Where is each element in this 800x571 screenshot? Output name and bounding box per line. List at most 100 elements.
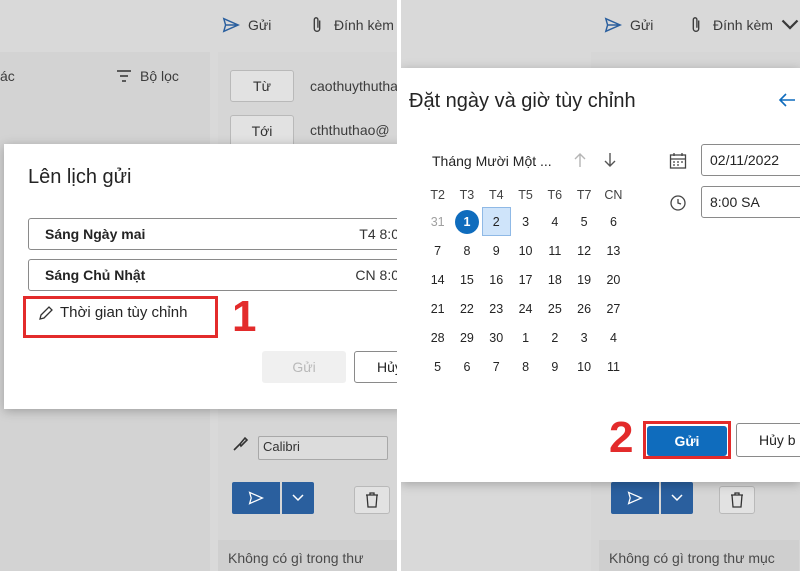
cancel-button[interactable]: Hủy b: [736, 423, 800, 457]
from-button[interactable]: Từ: [230, 70, 294, 102]
calendar-day[interactable]: 4: [599, 323, 628, 352]
send-button-disabled[interactable]: Gửi: [262, 351, 346, 383]
filter-icon: [117, 70, 131, 82]
calendar-day[interactable]: 13: [599, 236, 628, 265]
calendar-day[interactable]: 16: [482, 265, 511, 294]
discard-button[interactable]: [719, 486, 755, 514]
calendar-day[interactable]: 18: [540, 265, 569, 294]
calendar-day[interactable]: 8: [452, 236, 481, 265]
prev-month-icon[interactable]: [573, 152, 587, 173]
toolbar-attach-button[interactable]: Đính kèm: [308, 16, 394, 34]
send-options-button[interactable]: [661, 482, 693, 514]
calendar-day[interactable]: 29: [452, 323, 481, 352]
toolbar-send-button[interactable]: Gửi: [604, 16, 653, 34]
calendar-day[interactable]: 22: [452, 294, 481, 323]
calendar-week: 28 29 30 1 2 3 4: [423, 323, 629, 352]
calendar-day[interactable]: 4: [540, 207, 569, 236]
filter-button[interactable]: Bộ lọc: [116, 68, 179, 84]
to-button[interactable]: Tới: [230, 115, 294, 147]
format-painter-icon[interactable]: [230, 434, 250, 459]
to-value: cththuthao@: [310, 122, 390, 138]
highlight-box-step1: [23, 296, 218, 338]
weekday-label: T3: [459, 188, 475, 202]
calendar-day[interactable]: 28: [423, 323, 452, 352]
option-label: Sáng Chủ Nhật: [45, 267, 146, 283]
custom-datetime-dialog: Đặt ngày và giờ tùy chỉnh Tháng Mười Một…: [401, 68, 800, 482]
chevron-down-icon: [671, 494, 683, 502]
cancel-button[interactable]: Hủy: [354, 351, 397, 383]
calendar-day[interactable]: 1: [511, 323, 540, 352]
calendar-day[interactable]: 12: [569, 236, 598, 265]
calendar-day[interactable]: 17: [511, 265, 540, 294]
calendar-day[interactable]: 2: [540, 323, 569, 352]
calendar-day[interactable]: 30: [482, 323, 511, 352]
send-options-button[interactable]: [282, 482, 314, 514]
calendar-day[interactable]: 3: [511, 207, 540, 236]
calendar-day[interactable]: 5: [423, 352, 452, 381]
back-arrow-icon[interactable]: [777, 92, 797, 113]
calendar-day-selected[interactable]: 2: [481, 207, 511, 236]
paperclip-icon: [313, 17, 321, 32]
send-split-button[interactable]: [611, 482, 693, 514]
chevron-down-icon: [781, 19, 799, 30]
calendar-day[interactable]: 27: [599, 294, 628, 323]
send-icon: [627, 491, 643, 505]
calendar-day[interactable]: 26: [569, 294, 598, 323]
send-main-button[interactable]: [611, 482, 659, 514]
calendar-day[interactable]: 9: [482, 236, 511, 265]
calendar-day[interactable]: 8: [511, 352, 540, 381]
calendar-day[interactable]: 19: [569, 265, 598, 294]
dialog-title: Đặt ngày và giờ tùy chỉnh: [409, 90, 636, 112]
calendar-day[interactable]: 11: [540, 236, 569, 265]
date-input[interactable]: 02/11/2022: [701, 144, 800, 176]
option-sunday-morning[interactable]: Sáng Chủ Nhật CN 8:0: [28, 259, 397, 291]
calendar-day[interactable]: 23: [482, 294, 511, 323]
calendar-grid: T2 T3 T4 T5 T6 T7 CN 31 1 2 3 4 5 6 7 8 …: [423, 183, 629, 381]
calendar-day[interactable]: 10: [569, 352, 598, 381]
calendar-weekday-header: T2 T3 T4 T5 T6 T7 CN: [423, 183, 629, 207]
calendar-day[interactable]: 9: [540, 352, 569, 381]
calendar-day[interactable]: 21: [423, 294, 452, 323]
discard-button[interactable]: [354, 486, 390, 514]
send-main-button[interactable]: [232, 482, 280, 514]
toolbar-send-button[interactable]: Gửi: [222, 16, 271, 34]
time-input[interactable]: 8:00 SA: [701, 186, 800, 218]
calendar-day[interactable]: 20: [599, 265, 628, 294]
calendar-day[interactable]: 6: [452, 352, 481, 381]
toolbar-attach-label: Đính kèm: [334, 17, 394, 33]
calendar-day[interactable]: 7: [423, 236, 452, 265]
calendar-day-today[interactable]: 1: [452, 207, 481, 236]
calendar-day: 31: [430, 214, 445, 229]
next-month-icon[interactable]: [603, 152, 617, 173]
toolbar: Gửi Đính kèm: [401, 0, 800, 52]
trash-icon: [731, 492, 743, 508]
calendar-month-label[interactable]: Tháng Mười Một ...: [432, 153, 552, 169]
option-label: Sáng Ngày mai: [45, 226, 146, 242]
today-marker: 1: [454, 209, 479, 234]
toolbar-send-label: Gửi: [248, 17, 272, 33]
calendar-day[interactable]: 15: [452, 265, 481, 294]
weekday-label: CN: [604, 188, 623, 202]
option-time: T4 8:0: [359, 226, 397, 242]
right-screenshot-panel: Gửi Đính kèm Không có gì trong thư mục Đ…: [401, 0, 800, 571]
weekday-label: T4: [488, 188, 504, 202]
toolbar-attach-button[interactable]: Đính kèm: [687, 16, 799, 34]
calendar-day[interactable]: 24: [511, 294, 540, 323]
toolbar: Gửi Đính kèm: [0, 0, 397, 52]
send-icon: [248, 491, 264, 505]
calendar-day[interactable]: 10: [511, 236, 540, 265]
toolbar-attach-label: Đính kèm: [713, 17, 773, 33]
calendar-week: 14 15 16 17 18 19 20: [423, 265, 629, 294]
calendar-day[interactable]: 6: [599, 207, 628, 236]
step-number-1: 1: [232, 292, 257, 341]
calendar-day[interactable]: 5: [569, 207, 598, 236]
calendar-day[interactable]: 25: [540, 294, 569, 323]
font-select[interactable]: Calibri: [258, 436, 388, 460]
calendar-day[interactable]: 14: [423, 265, 452, 294]
option-tomorrow-morning[interactable]: Sáng Ngày mai T4 8:0: [28, 218, 397, 250]
calendar-day[interactable]: 7: [482, 352, 511, 381]
calendar-day[interactable]: 3: [569, 323, 598, 352]
weekday-label: T2: [430, 188, 445, 202]
send-split-button[interactable]: [232, 482, 314, 514]
calendar-day[interactable]: 11: [599, 352, 628, 381]
